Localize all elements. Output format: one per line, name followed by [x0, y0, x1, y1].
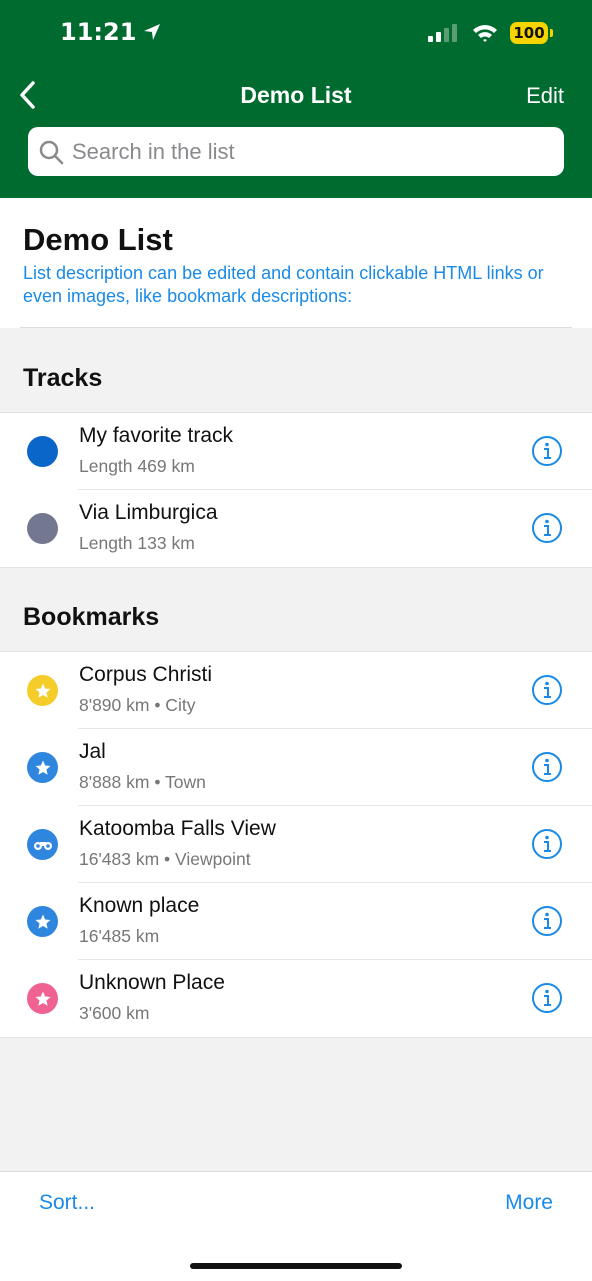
- sort-button[interactable]: Sort...: [39, 1191, 95, 1215]
- status-bar-time: 11:21: [60, 18, 162, 46]
- bookmark-title: Corpus Christi: [79, 663, 213, 686]
- track-title: Via Limburgica: [79, 501, 218, 524]
- wifi-icon: [473, 25, 497, 42]
- track-color-dot-icon: [27, 513, 58, 544]
- track-subtitle: Length 133 km: [79, 533, 195, 553]
- search-icon: [39, 140, 64, 164]
- list-title: Demo List: [23, 222, 173, 257]
- info-icon[interactable]: [531, 751, 563, 783]
- status-bar-indicators: 100: [428, 22, 553, 44]
- list-description[interactable]: List description can be edited and conta…: [23, 262, 568, 308]
- location-arrow-icon: [144, 24, 161, 40]
- bottom-toolbar: Sort... More: [0, 1171, 592, 1281]
- cellular-signal-icon: [428, 24, 457, 42]
- info-icon[interactable]: [531, 512, 563, 544]
- info-icon[interactable]: [531, 435, 563, 467]
- track-subtitle: Length 469 km: [79, 456, 195, 476]
- nav-title: Demo List: [240, 82, 352, 108]
- info-icon[interactable]: [531, 828, 563, 860]
- bookmark-subtitle: 8'890 km • City: [79, 695, 196, 715]
- battery-indicator: 100: [510, 22, 553, 44]
- list-description-card: Demo List List description can be edited…: [0, 198, 592, 328]
- track-title: My favorite track: [79, 424, 234, 447]
- search-placeholder: Search in the list: [72, 138, 235, 164]
- bookmark-star-icon: [27, 752, 58, 783]
- bookmark-subtitle: 16'485 km: [79, 926, 160, 946]
- bookmarks-section-header: Bookmarks: [23, 603, 160, 631]
- bookmark-title: Jal: [79, 740, 106, 763]
- bookmark-row[interactable]: Unknown Place 3'600 km: [0, 960, 592, 1037]
- more-button[interactable]: More: [505, 1191, 553, 1215]
- bookmark-star-icon: [27, 675, 58, 706]
- bookmark-row[interactable]: Katoomba Falls View 16'483 km • Viewpoin…: [0, 806, 592, 883]
- bookmark-title: Katoomba Falls View: [79, 817, 276, 840]
- bookmark-subtitle: 16'483 km • Viewpoint: [79, 849, 251, 869]
- bookmark-row[interactable]: Jal 8'888 km • Town: [0, 729, 592, 806]
- info-icon[interactable]: [531, 674, 563, 706]
- track-row[interactable]: Via Limburgica Length 133 km: [0, 490, 592, 567]
- bookmark-row[interactable]: Corpus Christi 8'890 km • City: [0, 652, 592, 729]
- bookmark-binoculars-icon: [27, 829, 58, 860]
- info-icon[interactable]: [531, 905, 563, 937]
- bookmark-row[interactable]: Known place 16'485 km: [0, 883, 592, 960]
- bookmark-subtitle: 3'600 km: [79, 1003, 150, 1023]
- navigation-header: 11:21 100 Demo List Edit Search in the l…: [0, 0, 592, 198]
- bookmark-star-icon: [27, 906, 58, 937]
- track-color-dot-icon: [27, 436, 58, 467]
- bookmark-title: Known place: [79, 894, 200, 917]
- track-row[interactable]: My favorite track Length 469 km: [0, 413, 592, 490]
- info-icon[interactable]: [531, 982, 563, 1014]
- bookmark-title: Unknown Place: [79, 971, 225, 994]
- bookmarks-group: Corpus Christi 8'890 km • City Jal 8'888…: [0, 651, 592, 1038]
- bookmark-subtitle: 8'888 km • Town: [79, 772, 206, 792]
- edit-button[interactable]: Edit: [526, 83, 564, 109]
- search-field[interactable]: Search in the list: [28, 127, 564, 176]
- home-indicator[interactable]: [190, 1263, 402, 1269]
- bookmark-star-icon: [27, 983, 58, 1014]
- tracks-section-header: Tracks: [23, 364, 103, 392]
- divider: [20, 327, 572, 328]
- tracks-group: My favorite track Length 469 km Via Limb…: [0, 412, 592, 568]
